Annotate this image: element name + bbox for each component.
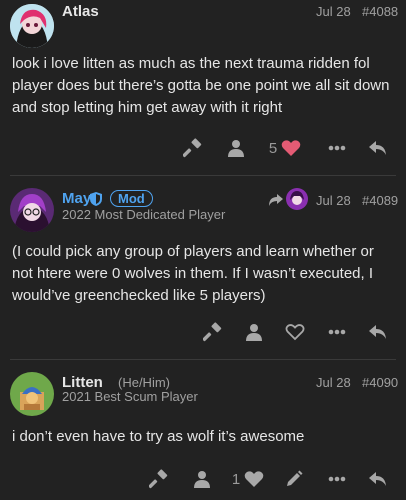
user-button[interactable] (242, 317, 266, 347)
post-body: look i love litten as much as the next t… (12, 55, 390, 116)
like-button[interactable]: 1 (228, 464, 268, 494)
post-4090: Litten (He/Him) 2021 Best Scum Player Ju… (0, 362, 406, 500)
like-count: 5 (268, 139, 278, 157)
user-icon (228, 140, 244, 157)
more-button[interactable] (324, 464, 350, 494)
ellipsis-icon (328, 476, 346, 482)
more-button[interactable] (324, 133, 350, 163)
reply-to-avatar[interactable] (286, 188, 308, 210)
reply-icon (369, 141, 386, 155)
ellipsis-icon (328, 329, 346, 335)
heart-icon (244, 471, 264, 487)
avatar[interactable] (10, 4, 54, 48)
reply-button[interactable] (364, 133, 392, 163)
user-title: 2022 Most Dedicated Player (62, 207, 226, 222)
heart-icon (281, 140, 301, 156)
post-number[interactable]: #4089 (362, 193, 398, 208)
reply-button[interactable] (364, 317, 392, 347)
moderate-button[interactable] (201, 317, 225, 347)
post-4089: May Mod 2022 Most Dedicated Player Jul 2… (0, 180, 406, 358)
post-number[interactable]: #4090 (362, 375, 398, 390)
pencil-icon (287, 470, 303, 486)
reply-icon (369, 325, 386, 339)
edit-button[interactable] (282, 464, 306, 494)
username[interactable]: May (62, 190, 91, 207)
mod-badge[interactable]: Mod (110, 190, 153, 207)
like-count: 1 (231, 470, 241, 488)
like-button[interactable] (282, 317, 308, 347)
pronouns: (He/Him) (118, 375, 170, 390)
post-4088: Atlas Jul 28 #4088 look i love litten as… (0, 0, 406, 180)
avatar[interactable] (10, 372, 54, 416)
post-divider (10, 359, 396, 360)
avatar[interactable] (10, 188, 54, 232)
user-button[interactable] (190, 464, 214, 494)
post-date[interactable]: Jul 28 (316, 4, 351, 19)
reply-button[interactable] (364, 464, 392, 494)
reply-icon (369, 472, 386, 486)
post-body: i don’t even have to try as wolf it’s aw… (12, 428, 305, 445)
more-button[interactable] (324, 317, 350, 347)
post-date[interactable]: Jul 28 (316, 375, 351, 390)
hammer-icon (183, 138, 202, 158)
user-button[interactable] (224, 133, 248, 163)
user-icon (194, 471, 210, 488)
username[interactable]: Atlas (62, 3, 99, 20)
reply-to-icon[interactable] (268, 193, 284, 212)
post-actions: 5 (0, 133, 406, 163)
post-actions: 1 (0, 464, 406, 494)
moderate-button[interactable] (181, 133, 205, 163)
post-body: (I could pick any group of players and l… (12, 243, 374, 304)
post-actions (0, 317, 406, 347)
post-divider (10, 175, 396, 176)
like-button[interactable]: 5 (265, 133, 305, 163)
hammer-icon (203, 322, 222, 342)
user-icon (246, 324, 262, 341)
post-number[interactable]: #4088 (362, 4, 398, 19)
moderate-button[interactable] (147, 464, 171, 494)
user-title: 2021 Best Scum Player (62, 389, 198, 404)
ellipsis-icon (328, 145, 346, 151)
post-date[interactable]: Jul 28 (316, 193, 351, 208)
hammer-icon (149, 469, 168, 489)
heart-outline-icon (285, 324, 305, 341)
